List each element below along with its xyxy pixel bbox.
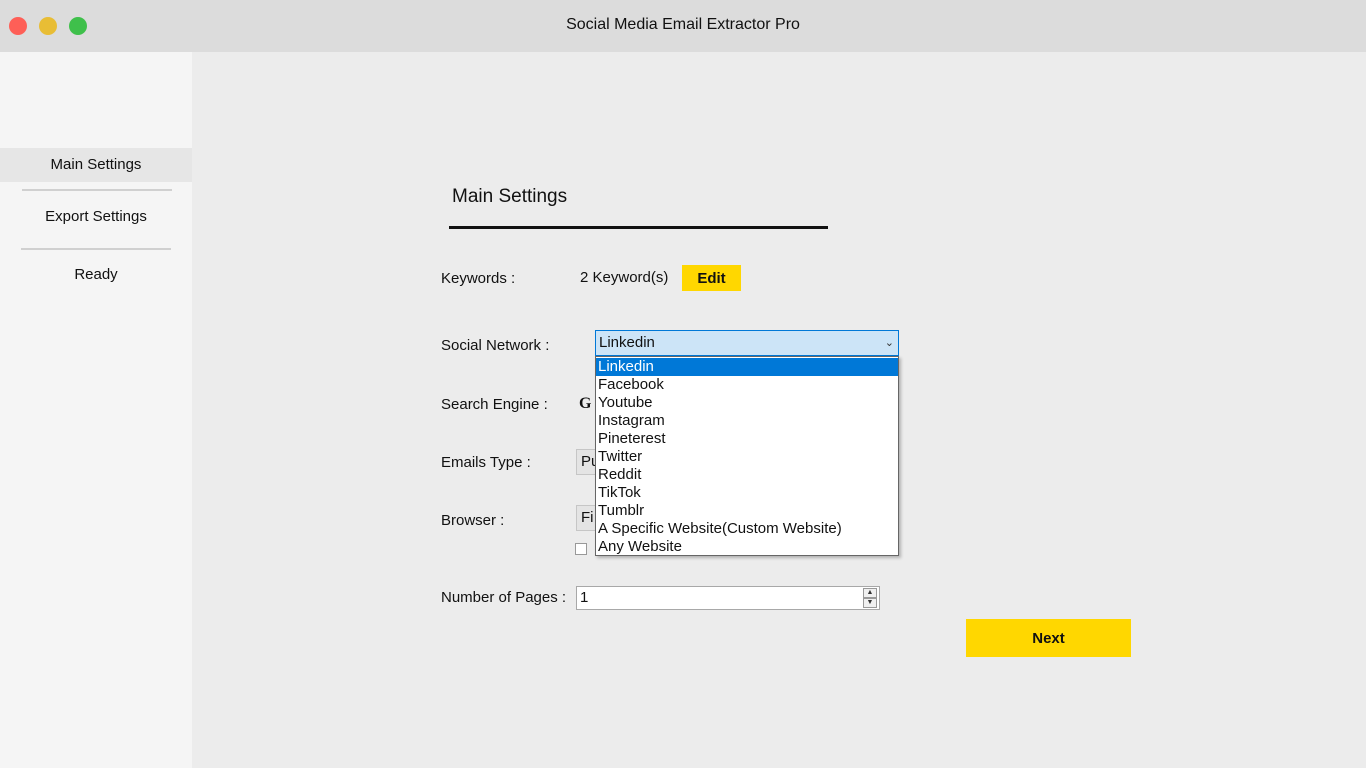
section-underline (449, 226, 828, 229)
section-title: Main Settings (452, 186, 568, 207)
pages-value: 1 (580, 589, 589, 606)
dropdown-option-pinterest[interactable]: Pineterest (596, 430, 898, 448)
sidebar-item-export-settings[interactable]: Export Settings (0, 200, 192, 234)
chevron-down-icon[interactable]: ⌄ (885, 331, 894, 355)
spin-down-icon[interactable]: ▼ (863, 598, 877, 608)
title-bar: Social Media Email Extractor Pro (0, 0, 1366, 52)
number-of-pages-label: Number of Pages : (441, 589, 567, 606)
browser-label: Browser : (441, 512, 505, 529)
dropdown-option-any-website[interactable]: Any Website (596, 538, 898, 556)
sidebar-divider (21, 248, 171, 250)
social-network-label: Social Network : (441, 337, 550, 354)
dropdown-option-linkedin[interactable]: Linkedin (596, 358, 898, 376)
next-button[interactable]: Next (966, 619, 1131, 657)
sidebar-item-main-settings[interactable]: Main Settings (0, 148, 192, 182)
dropdown-option-youtube[interactable]: Youtube (596, 394, 898, 412)
spin-up-icon[interactable]: ▲ (863, 588, 877, 598)
dropdown-option-tumblr[interactable]: Tumblr (596, 502, 898, 520)
dropdown-option-twitter[interactable]: Twitter (596, 448, 898, 466)
dropdown-option-instagram[interactable]: Instagram (596, 412, 898, 430)
sidebar-divider (22, 189, 172, 191)
sidebar-item-ready[interactable]: Ready (0, 258, 192, 292)
window-title: Social Media Email Extractor Pro (566, 16, 800, 33)
dropdown-option-reddit[interactable]: Reddit (596, 466, 898, 484)
social-network-selected: Linkedin (599, 334, 655, 351)
social-network-combo[interactable]: Linkedin ⌄ (595, 330, 899, 356)
edit-keywords-button[interactable]: Edit (682, 265, 741, 291)
emails-type-label: Emails Type : (441, 454, 531, 471)
sidebar: Main Settings Export Settings Ready (0, 52, 192, 768)
search-engine-label: Search Engine : (441, 396, 548, 413)
dropdown-option-facebook[interactable]: Facebook (596, 376, 898, 394)
keywords-label: Keywords : (441, 270, 516, 287)
option-checkbox[interactable] (575, 543, 587, 555)
dropdown-option-tiktok[interactable]: TikTok (596, 484, 898, 502)
number-of-pages-input[interactable]: 1 ▲ ▼ (576, 586, 880, 610)
keyword-count: 2 Keyword(s) (580, 269, 669, 286)
search-engine-value: G (579, 395, 592, 412)
social-network-dropdown: Linkedin Facebook Youtube Instagram Pine… (595, 356, 899, 556)
dropdown-option-custom-website[interactable]: A Specific Website(Custom Website) (596, 520, 898, 538)
